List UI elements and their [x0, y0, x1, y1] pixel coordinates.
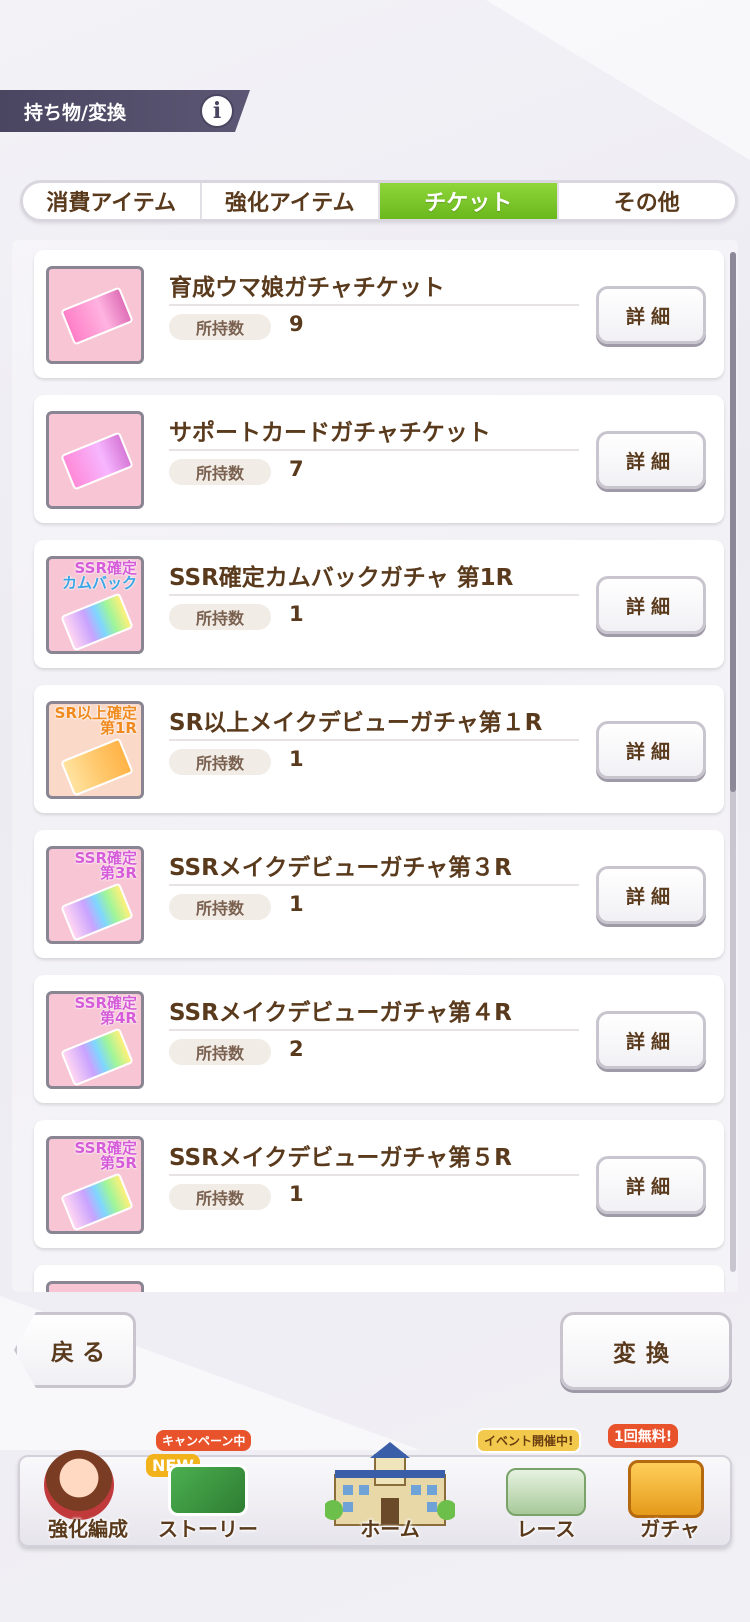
campaign-badge: キャンペーン中 [156, 1430, 252, 1451]
detail-button[interactable]: 詳細 [596, 1156, 706, 1214]
icon-text: SSR確定 第4R [74, 994, 137, 1027]
detail-button[interactable]: 詳細 [596, 1011, 706, 1069]
list-item: SSR確定 第3R SSRメイクデビューガチャ第３R 所持数 1 詳細 [34, 830, 724, 958]
tab-consumables[interactable]: 消費アイテム [23, 183, 202, 219]
category-tabs: 消費アイテム 強化アイテム チケット その他 [20, 180, 738, 222]
character-icon [44, 1450, 114, 1520]
nav-item-gacha[interactable]: 1回無料! ガチャ [600, 1420, 740, 1550]
ssr-ticket-icon: SSR確定 第4R [46, 991, 144, 1089]
detail-button[interactable]: 詳細 [596, 721, 706, 779]
page-title: 持ち物/変換 [24, 101, 126, 124]
ssr-ticket-icon: SSR確定 第3R [46, 846, 144, 944]
free-badge: 1回無料! [608, 1424, 679, 1448]
count-value: 1 [289, 602, 304, 626]
nav-item-story[interactable]: キャンペーン中 NEW ストーリー [138, 1420, 278, 1550]
count-value: 2 [289, 1037, 304, 1061]
detail-button[interactable]: 詳細 [596, 866, 706, 924]
tab-other[interactable]: その他 [559, 183, 736, 219]
count-label: 所持数 [169, 749, 271, 775]
sr-ticket-icon: SR以上確定 第1R [46, 701, 144, 799]
item-name: SR以上メイクデビューガチャ第１R [169, 710, 543, 736]
list-item: SR以上確定 第1R SR以上メイクデビューガチャ第１R 所持数 1 詳細 [34, 685, 724, 813]
detail-button[interactable]: 詳細 [596, 431, 706, 489]
nav-item-race[interactable]: イベント開催中! レース [476, 1420, 616, 1550]
race-gate-icon [506, 1468, 586, 1516]
ssr-comeback-ticket-icon: SSR確定 カムバック [46, 556, 144, 654]
nav-label: レース [516, 1517, 576, 1541]
scrollbar-thumb[interactable] [730, 252, 736, 792]
back-button[interactable]: 戻る [14, 1312, 136, 1388]
detail-button[interactable]: 詳細 [596, 286, 706, 344]
count-value: 1 [289, 892, 304, 916]
item-name: SSRメイクデビューガチャ第３R [169, 855, 512, 881]
nav-label: ストーリー [158, 1517, 258, 1541]
background-shard [486, 0, 750, 160]
list-item: サポートカードガチャチケット 所持数 7 詳細 [34, 395, 724, 523]
list-item-partial [34, 1265, 724, 1292]
convert-button[interactable]: 変換 [560, 1312, 732, 1390]
nav-item-home[interactable]: ホーム [320, 1420, 460, 1550]
count-label: 所持数 [169, 1039, 271, 1065]
count-value: 7 [289, 457, 304, 481]
item-name: SSRメイクデビューガチャ第４R [169, 1000, 512, 1026]
tab-tickets[interactable]: チケット [380, 183, 559, 219]
icon-text: SR以上確定 第1R [54, 704, 137, 737]
item-name: サポートカードガチャチケット [169, 420, 491, 446]
count-label: 所持数 [169, 604, 271, 630]
event-badge: イベント開催中! [476, 1428, 582, 1453]
ticket-list[interactable]: 育成ウマ娘ガチャチケット 所持数 9 詳細 サポートカードガチャチケット 所持数… [12, 240, 738, 1292]
count-value: 1 [289, 1182, 304, 1206]
tab-enhancement[interactable]: 強化アイテム [202, 183, 380, 219]
nav-item-enhance[interactable]: 強化編成 [18, 1420, 158, 1550]
info-icon[interactable]: i [200, 94, 234, 128]
count-value: 9 [289, 312, 304, 336]
gacha-door-icon [628, 1460, 704, 1518]
count-label: 所持数 [169, 314, 271, 340]
count-value: 1 [289, 747, 304, 771]
book-icon [168, 1464, 248, 1516]
count-label: 所持数 [169, 894, 271, 920]
count-label: 所持数 [169, 459, 271, 485]
icon-text: SSR確定 カムバック [61, 559, 137, 592]
ssr-ticket-icon: SSR確定 第5R [46, 1136, 144, 1234]
nav-label: 強化編成 [48, 1517, 128, 1541]
list-item: SSR確定 第5R SSRメイクデビューガチャ第５R 所持数 1 詳細 [34, 1120, 724, 1248]
icon-text: SSR確定 第3R [74, 849, 137, 882]
item-name: SSR確定カムバックガチャ 第1R [169, 565, 514, 591]
icon-text: SSR確定 第5R [74, 1139, 137, 1172]
ssr-ticket-icon [46, 1281, 144, 1292]
item-name: 育成ウマ娘ガチャチケット [169, 275, 445, 301]
list-item: 育成ウマ娘ガチャチケット 所持数 9 詳細 [34, 250, 724, 378]
list-item: SSR確定 第4R SSRメイクデビューガチャ第４R 所持数 2 詳細 [34, 975, 724, 1103]
list-item: SSR確定 カムバック SSR確定カムバックガチャ 第1R 所持数 1 詳細 [34, 540, 724, 668]
nav-label: ガチャ [640, 1517, 700, 1541]
detail-button[interactable]: 詳細 [596, 576, 706, 634]
count-label: 所持数 [169, 1184, 271, 1210]
nav-label: ホーム [360, 1517, 420, 1541]
horse-ticket-icon [46, 266, 144, 364]
item-name: SSRメイクデビューガチャ第５R [169, 1145, 512, 1171]
support-ticket-icon [46, 411, 144, 509]
